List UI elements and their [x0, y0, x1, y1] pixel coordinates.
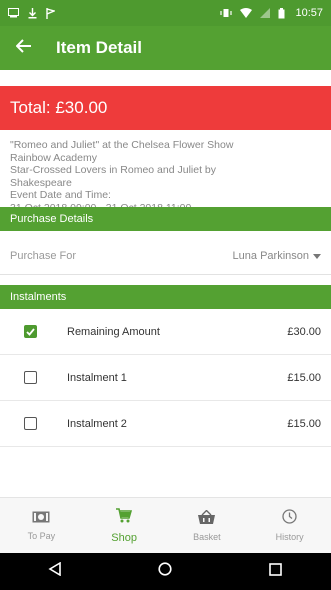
nav-label: History [275, 532, 304, 542]
nav-label: Basket [193, 531, 221, 542]
page-title: Item Detail [56, 38, 142, 57]
flag-icon [46, 7, 55, 19]
battery-icon [278, 7, 285, 19]
download-icon [28, 7, 37, 19]
caret-down-icon [313, 250, 321, 262]
status-time: 10:57 [295, 7, 323, 19]
nav-item-to-pay[interactable]: To Pay [0, 498, 83, 553]
nav-label: To Pay [27, 530, 56, 541]
back-button[interactable] [12, 36, 36, 60]
instalment-label: Instalment 1 [67, 371, 127, 384]
total-banner: Total: £30.00 [0, 86, 331, 130]
instalments-header: Instalments [0, 285, 331, 309]
instalment-row[interactable]: Instalment 2 £15.00 [0, 401, 331, 447]
instalment-label: Instalment 2 [67, 417, 127, 430]
checkbox-checked[interactable] [24, 325, 37, 338]
nav-item-history[interactable]: History [248, 498, 331, 553]
event-description: Star-Crossed Lovers in Romeo and Juliet … [10, 164, 217, 176]
nav-label: Shop [111, 531, 137, 544]
wifi-icon [240, 8, 253, 18]
total-amount: Total: £30.00 [10, 98, 108, 117]
system-back-button[interactable] [35, 557, 75, 587]
arrow-left-icon [15, 38, 32, 58]
square-recents-icon [269, 562, 283, 581]
purchase-for-select[interactable]: Luna Parkinson [233, 250, 321, 262]
event-organiser: Rainbow Academy [10, 151, 97, 164]
system-home-button[interactable] [145, 557, 185, 587]
circle-home-icon [158, 562, 173, 581]
instalment-amount: £15.00 [287, 417, 321, 430]
event-description-cont: Shakespeare [10, 176, 72, 189]
checkbox-unchecked[interactable] [24, 417, 37, 430]
system-nav-bar [0, 553, 331, 590]
purchase-details-header: Purchase Details [0, 207, 331, 231]
app-bar: Item Detail [0, 26, 331, 70]
purchase-for-value: Luna Parkinson [232, 249, 309, 262]
money-icon [32, 511, 50, 525]
signal-icon [260, 8, 271, 18]
nav-item-basket[interactable]: Basket [166, 498, 249, 553]
instalment-amount: £15.00 [287, 371, 321, 384]
system-recents-button[interactable] [256, 557, 296, 587]
clock-icon [282, 509, 297, 526]
bottom-nav: To Pay Shop Basket History [0, 497, 331, 553]
purchase-details-title: Purchase Details [10, 213, 94, 225]
vibrate-icon [220, 8, 233, 18]
status-bar: 10:57 [0, 0, 331, 26]
instalment-label: Remaining Amount [67, 325, 160, 338]
cart-icon [116, 507, 133, 526]
nav-item-shop[interactable]: Shop [83, 498, 166, 553]
triangle-back-icon [48, 561, 62, 581]
event-title: "Romeo and Juliet" at the Chelsea Flower… [10, 139, 234, 151]
basket-icon [198, 509, 216, 526]
instalment-row[interactable]: Remaining Amount £30.00 [0, 309, 331, 355]
event-info: "Romeo and Juliet" at the Chelsea Flower… [10, 139, 320, 214]
instalment-row[interactable]: Instalment 1 £15.00 [0, 355, 331, 401]
purchase-for-label: Purchase For [10, 249, 77, 262]
notification-icon [8, 8, 19, 18]
purchase-for-row: Purchase For Luna Parkinson [0, 237, 331, 275]
instalments-title: Instalments [10, 291, 67, 303]
event-datetime-label: Event Date and Time: [10, 189, 111, 201]
instalment-amount: £30.00 [287, 325, 321, 338]
checkbox-unchecked[interactable] [24, 371, 37, 384]
